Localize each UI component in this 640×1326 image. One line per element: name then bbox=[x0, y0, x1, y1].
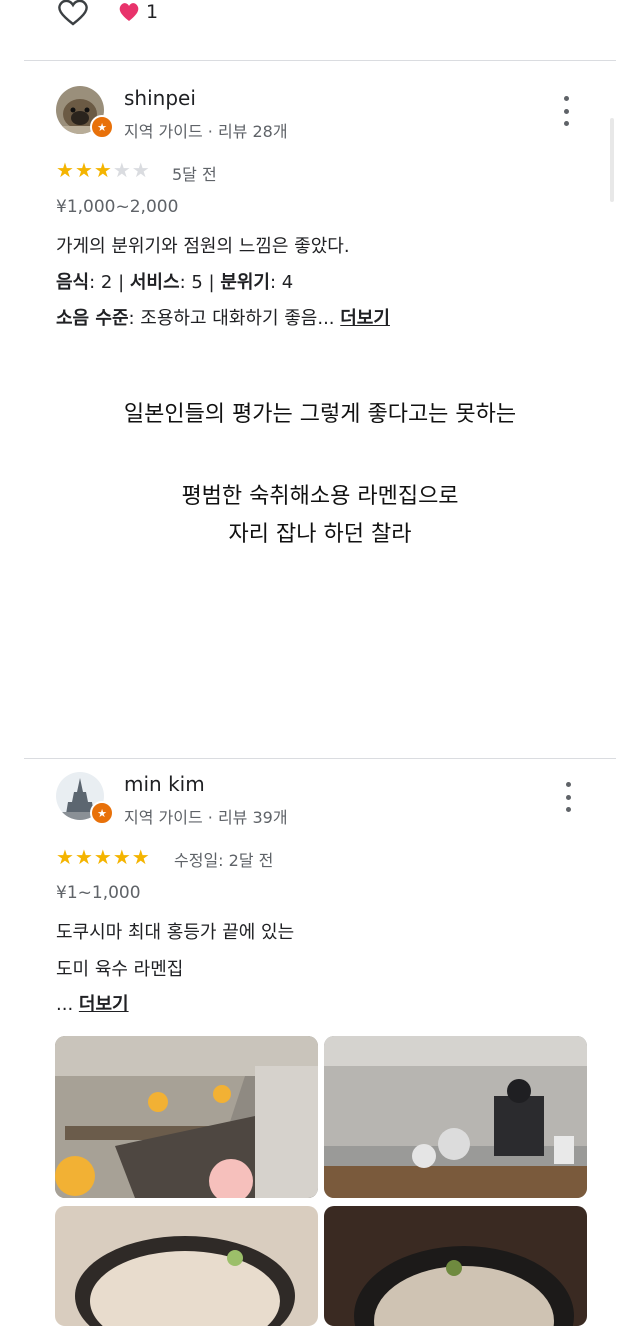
star-icon: ★ bbox=[56, 158, 74, 182]
atmosphere-label: 분위기 bbox=[220, 272, 270, 293]
ellipsis: ... bbox=[56, 994, 79, 1015]
divider bbox=[24, 758, 616, 759]
review-text: 도쿠시마 최대 홍등가 끝에 있는 bbox=[56, 922, 295, 943]
price-range: ¥1~1,000 bbox=[56, 883, 141, 903]
review-text: 도미 육수 라멘집 bbox=[56, 959, 184, 980]
star-icon: ★ bbox=[112, 158, 131, 182]
star-icon: ★ bbox=[56, 845, 74, 869]
local-guide-badge-icon: ★ bbox=[90, 115, 114, 139]
divider bbox=[24, 60, 616, 61]
reviewer-name[interactable]: min kim bbox=[124, 772, 205, 796]
review-photo[interactable] bbox=[324, 1036, 587, 1198]
more-row: ... 더보기 bbox=[56, 990, 129, 1016]
review-time: 5달 전 bbox=[172, 165, 217, 184]
food-label: 음식 bbox=[56, 272, 90, 293]
reviewer-meta: 지역 가이드 · 리뷰 39개 bbox=[124, 808, 288, 827]
star-icon: ★ bbox=[131, 158, 150, 182]
scrollbar[interactable] bbox=[610, 118, 614, 202]
more-link[interactable]: 더보기 bbox=[340, 308, 390, 329]
atmosphere-value: : 4 bbox=[270, 272, 294, 293]
price-range: ¥1,000~2,000 bbox=[56, 197, 179, 217]
caption-line: 일본인들의 평가는 그렇게 좋다고는 못하는 bbox=[123, 402, 517, 427]
heart-outline-icon[interactable] bbox=[56, 0, 90, 26]
review-scores: 음식: 2 | 서비스: 5 | 분위기: 4 bbox=[56, 268, 293, 294]
more-vert-icon[interactable] bbox=[563, 782, 573, 812]
like-count: 1 bbox=[146, 1, 159, 23]
star-icon: ★ bbox=[131, 845, 150, 869]
reviewer-name[interactable]: shinpei bbox=[124, 86, 196, 110]
heart-filled-icon bbox=[119, 3, 139, 22]
review-time: 수정일: 2달 전 bbox=[174, 851, 274, 870]
more-link[interactable]: 더보기 bbox=[79, 994, 129, 1015]
star-icon: ★ bbox=[74, 158, 93, 182]
noise-value: : 조용하고 대화하기 좋음... bbox=[128, 308, 335, 329]
rating-stars: ★ ★ ★ ★ ★ bbox=[56, 847, 150, 867]
star-icon: ★ bbox=[93, 845, 112, 869]
service-label: 서비스 bbox=[129, 272, 180, 293]
more-vert-icon[interactable] bbox=[561, 96, 571, 126]
noise-level: 소음 수준: 조용하고 대화하기 좋음... 더보기 bbox=[56, 304, 390, 330]
rating-stars: ★ ★ ★ ★ ★ bbox=[56, 160, 150, 180]
caption-line: 평범한 숙취해소용 라멘집으로 bbox=[181, 484, 459, 509]
review-photo[interactable] bbox=[55, 1036, 318, 1198]
star-icon: ★ bbox=[74, 845, 93, 869]
service-value: : 5 | bbox=[179, 272, 221, 293]
reviewer-meta: 지역 가이드 · 리뷰 28개 bbox=[124, 122, 288, 141]
star-icon: ★ bbox=[112, 845, 131, 869]
star-icon: ★ bbox=[93, 158, 112, 182]
noise-label: 소음 수준 bbox=[56, 308, 129, 329]
like-counter[interactable]: 1 bbox=[118, 0, 158, 24]
caption-line: 자리 잡나 하던 찰라 bbox=[228, 522, 412, 547]
review-photo[interactable] bbox=[324, 1206, 587, 1326]
review-photo[interactable] bbox=[55, 1206, 318, 1326]
review-text: 가게의 분위기와 점원의 느낌은 좋았다. bbox=[56, 236, 350, 257]
local-guide-badge-icon: ★ bbox=[90, 801, 114, 825]
food-value: : 2 | bbox=[89, 272, 130, 293]
